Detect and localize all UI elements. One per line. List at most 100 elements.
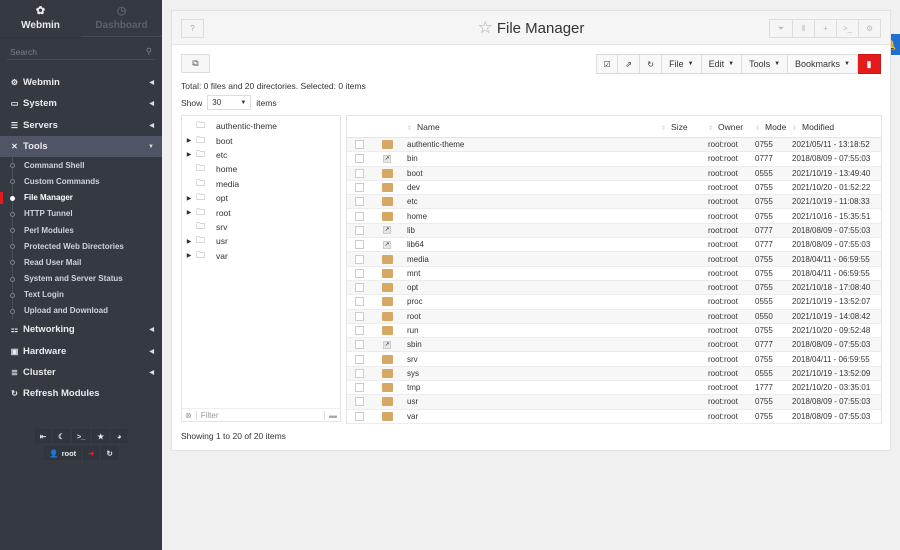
star-favorite-icon[interactable]: ☆ bbox=[478, 18, 493, 37]
page-size-select[interactable]: 30 ▼ bbox=[207, 95, 252, 110]
row-checkbox[interactable] bbox=[354, 140, 364, 150]
expand-arrow-icon[interactable]: ▶ bbox=[182, 195, 196, 202]
table-row[interactable]: usr root:root 0755 2018/08/09 - 07:55:03 bbox=[347, 395, 881, 410]
table-row[interactable]: tmp root:root 1777 2021/10/20 - 03:35:01 bbox=[347, 381, 881, 396]
table-row[interactable]: root root:root 0550 2021/10/19 - 14:08:42 bbox=[347, 309, 881, 324]
plus-icon[interactable]: + bbox=[814, 20, 836, 37]
tree-item[interactable]: ▶ 🗀 etc bbox=[182, 148, 340, 162]
cell-name[interactable]: root bbox=[403, 312, 661, 321]
expand-arrow-icon[interactable]: ▶ bbox=[182, 238, 196, 245]
clear-filter-icon[interactable]: ⊗ bbox=[185, 411, 192, 420]
row-checkbox[interactable] bbox=[354, 326, 364, 335]
expand-arrow-icon[interactable]: ▶ bbox=[182, 252, 196, 259]
row-checkbox[interactable] bbox=[354, 340, 364, 350]
tab-dashboard[interactable]: ◷ Dashboard bbox=[81, 0, 162, 37]
sidebar-item-read-user-mail[interactable]: Read User Mail bbox=[0, 254, 162, 270]
delete-button[interactable]: ▮ bbox=[858, 54, 881, 74]
row-checkbox[interactable] bbox=[354, 311, 364, 321]
cell-name[interactable]: authentic-theme bbox=[403, 140, 661, 149]
bookmarks-menu-button[interactable]: Bookmarks ▼ bbox=[788, 54, 858, 74]
tree-item[interactable]: ▶ 🗀 var bbox=[182, 249, 340, 263]
sidebar-item-upload-download[interactable]: Upload and Download bbox=[0, 303, 162, 319]
row-checkbox[interactable] bbox=[354, 283, 364, 293]
expand-arrow-icon[interactable]: ▶ bbox=[182, 151, 196, 158]
row-checkbox[interactable] bbox=[354, 225, 364, 235]
collapse-sidebar-button[interactable]: ⇤ bbox=[34, 429, 52, 443]
edit-menu-button[interactable]: Edit ▼ bbox=[701, 54, 743, 74]
theme-button[interactable]: ◕ bbox=[111, 429, 128, 443]
table-row[interactable]: srv root:root 0755 2018/04/11 - 06:59:55 bbox=[347, 352, 881, 367]
cell-name[interactable]: tmp bbox=[403, 383, 661, 392]
row-checkbox[interactable] bbox=[354, 268, 364, 278]
columns-icon[interactable]: ⦀ bbox=[792, 20, 814, 37]
tree-item[interactable]: 🗀 media bbox=[182, 177, 340, 191]
table-row[interactable]: ↗ sbin root:root 0777 2018/08/09 - 07:55:03 bbox=[347, 338, 881, 353]
cell-name[interactable]: lib64 bbox=[403, 240, 661, 249]
cell-name[interactable]: run bbox=[403, 326, 661, 335]
file-menu-button[interactable]: File ▼ bbox=[662, 54, 702, 74]
tree-filter-input[interactable]: Filter bbox=[195, 410, 324, 420]
table-row[interactable]: ↗ lib root:root 0777 2018/08/09 - 07:55:03 bbox=[347, 223, 881, 239]
row-checkbox[interactable] bbox=[354, 240, 364, 250]
select-all-button[interactable]: ☑ bbox=[596, 54, 619, 74]
cell-name[interactable]: lib bbox=[403, 226, 661, 235]
row-checkbox[interactable] bbox=[354, 254, 364, 264]
cell-name[interactable]: etc bbox=[403, 197, 661, 206]
table-row[interactable]: sys root:root 0555 2021/10/19 - 13:52:09 bbox=[347, 366, 881, 382]
column-mode[interactable]: ⇕ Mode bbox=[755, 122, 792, 132]
cell-name[interactable]: var bbox=[403, 412, 661, 421]
cell-name[interactable]: boot bbox=[403, 169, 661, 178]
copy-button[interactable]: ⧉ bbox=[181, 54, 210, 73]
sidebar-item-protected-web-directories[interactable]: Protected Web Directories bbox=[0, 238, 162, 254]
sidebar-category-tools[interactable]: ✕ Tools ▼ bbox=[0, 135, 162, 158]
terminal-icon[interactable]: >_ bbox=[836, 20, 858, 37]
column-size[interactable]: ⇕ Size bbox=[661, 122, 708, 132]
row-checkbox[interactable] bbox=[354, 168, 364, 178]
logout-button[interactable]: ➜ bbox=[83, 446, 100, 460]
expand-arrow-icon[interactable]: ▶ bbox=[182, 209, 196, 216]
cell-name[interactable]: home bbox=[403, 212, 661, 221]
table-row[interactable]: home root:root 0755 2021/10/16 - 15:35:51 bbox=[347, 209, 881, 224]
sidebar-category-servers[interactable]: ☰ Servers ◀ bbox=[0, 115, 162, 136]
refresh-button[interactable]: ↻ bbox=[640, 54, 663, 74]
sidebar-item-http-tunnel[interactable]: HTTP Tunnel bbox=[0, 206, 162, 222]
table-row[interactable]: authentic-theme root:root 0755 2021/05/11 -… bbox=[347, 138, 881, 153]
row-checkbox[interactable] bbox=[354, 183, 364, 193]
favorites-button[interactable]: ★ bbox=[92, 429, 110, 443]
reload-button[interactable]: ↻ bbox=[101, 446, 118, 460]
tab-webmin[interactable]: ✿ Webmin bbox=[0, 0, 81, 37]
row-checkbox[interactable] bbox=[354, 297, 364, 307]
column-owner[interactable]: ⇕ Owner bbox=[708, 122, 755, 132]
row-checkbox[interactable] bbox=[354, 411, 364, 421]
cell-name[interactable]: proc bbox=[403, 297, 661, 306]
row-checkbox[interactable] bbox=[354, 211, 364, 221]
terminal-button[interactable]: >_ bbox=[71, 429, 91, 443]
tree-item[interactable]: ▶ 🗀 usr bbox=[182, 234, 340, 248]
sidebar-category-system[interactable]: ▭ System ◀ bbox=[0, 93, 162, 114]
row-checkbox[interactable] bbox=[354, 197, 364, 207]
sidebar-item-command-shell[interactable]: Command Shell bbox=[0, 157, 162, 173]
row-checkbox[interactable] bbox=[354, 383, 364, 393]
tree-item[interactable]: 🗀 home bbox=[182, 162, 340, 176]
cell-name[interactable]: bin bbox=[403, 154, 661, 163]
open-button[interactable]: ⇗ bbox=[618, 54, 641, 74]
tools-menu-button[interactable]: Tools ▼ bbox=[742, 54, 789, 74]
table-row[interactable]: mnt root:root 0755 2018/04/11 - 06:59:55 bbox=[347, 267, 881, 281]
sidebar-category-cluster[interactable]: ≣ Cluster ◀ bbox=[0, 362, 162, 383]
tree-item[interactable]: ▶ 🗀 root bbox=[182, 205, 340, 219]
filter-icon[interactable]: ⏷ bbox=[770, 20, 792, 37]
cell-name[interactable]: usr bbox=[403, 397, 661, 406]
tree-item[interactable]: ▶ 🗀 boot bbox=[182, 133, 340, 147]
expand-arrow-icon[interactable]: ▶ bbox=[182, 137, 196, 144]
column-name[interactable]: ⇕ Name bbox=[403, 122, 661, 132]
cell-name[interactable]: sys bbox=[403, 369, 661, 378]
table-row[interactable]: ↗ bin root:root 0777 2018/08/09 - 07:55:03 bbox=[347, 152, 881, 167]
row-checkbox[interactable] bbox=[354, 397, 364, 407]
sidebar-item-file-manager[interactable]: File Manager bbox=[0, 190, 162, 206]
cell-name[interactable]: srv bbox=[403, 355, 661, 364]
sidebar-search-input[interactable]: Search ⚲ bbox=[7, 44, 155, 60]
table-row[interactable]: ↗ lib64 root:root 0777 2018/08/09 - 07:55:03 bbox=[347, 238, 881, 253]
user-button[interactable]: 👤 root bbox=[44, 446, 82, 460]
table-row[interactable]: proc root:root 0555 2021/10/19 - 13:52:07 bbox=[347, 295, 881, 310]
table-row[interactable]: var root:root 0755 2018/08/09 - 07:55:03 bbox=[347, 410, 881, 424]
